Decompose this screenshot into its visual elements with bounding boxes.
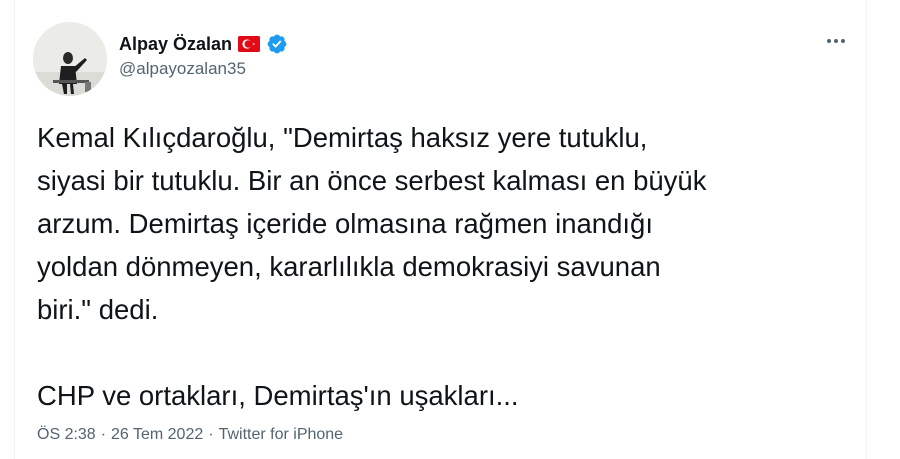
author-name-row[interactable]: Alpay Özalan: [119, 32, 288, 56]
meta-separator: ·: [208, 426, 214, 443]
tweet-text: Kemal Kılıçdaroğlu, "Demirtaş haksız yer…: [37, 122, 707, 411]
tweet-time[interactable]: ÖS 2:38: [37, 426, 96, 444]
tweet-source[interactable]: Twitter for iPhone: [219, 426, 344, 444]
tweet-date[interactable]: 26 Tem 2022: [111, 426, 203, 444]
meta-separator: ·: [100, 426, 107, 443]
more-options-icon[interactable]: [819, 30, 853, 52]
author-display-name[interactable]: Alpay Özalan: [119, 34, 232, 55]
more-dot: [834, 39, 838, 43]
tweet-meta: ÖS 2:38 · 26 Tem 2022 · Twitter for iPho…: [37, 426, 343, 444]
turkey-flag-icon: [238, 36, 261, 52]
tweet-card: Alpay Özalan @alpayozalan35 Kemal Kılıçd…: [14, 0, 867, 459]
verified-badge-icon: [266, 33, 288, 55]
more-dot: [827, 39, 831, 43]
profile-avatar[interactable]: [33, 22, 107, 96]
page: Alpay Özalan @alpayozalan35 Kemal Kılıçd…: [0, 0, 900, 459]
more-dot: [841, 39, 845, 43]
author-handle[interactable]: @alpayozalan35: [119, 59, 246, 79]
avatar-person-icon: [33, 22, 107, 96]
